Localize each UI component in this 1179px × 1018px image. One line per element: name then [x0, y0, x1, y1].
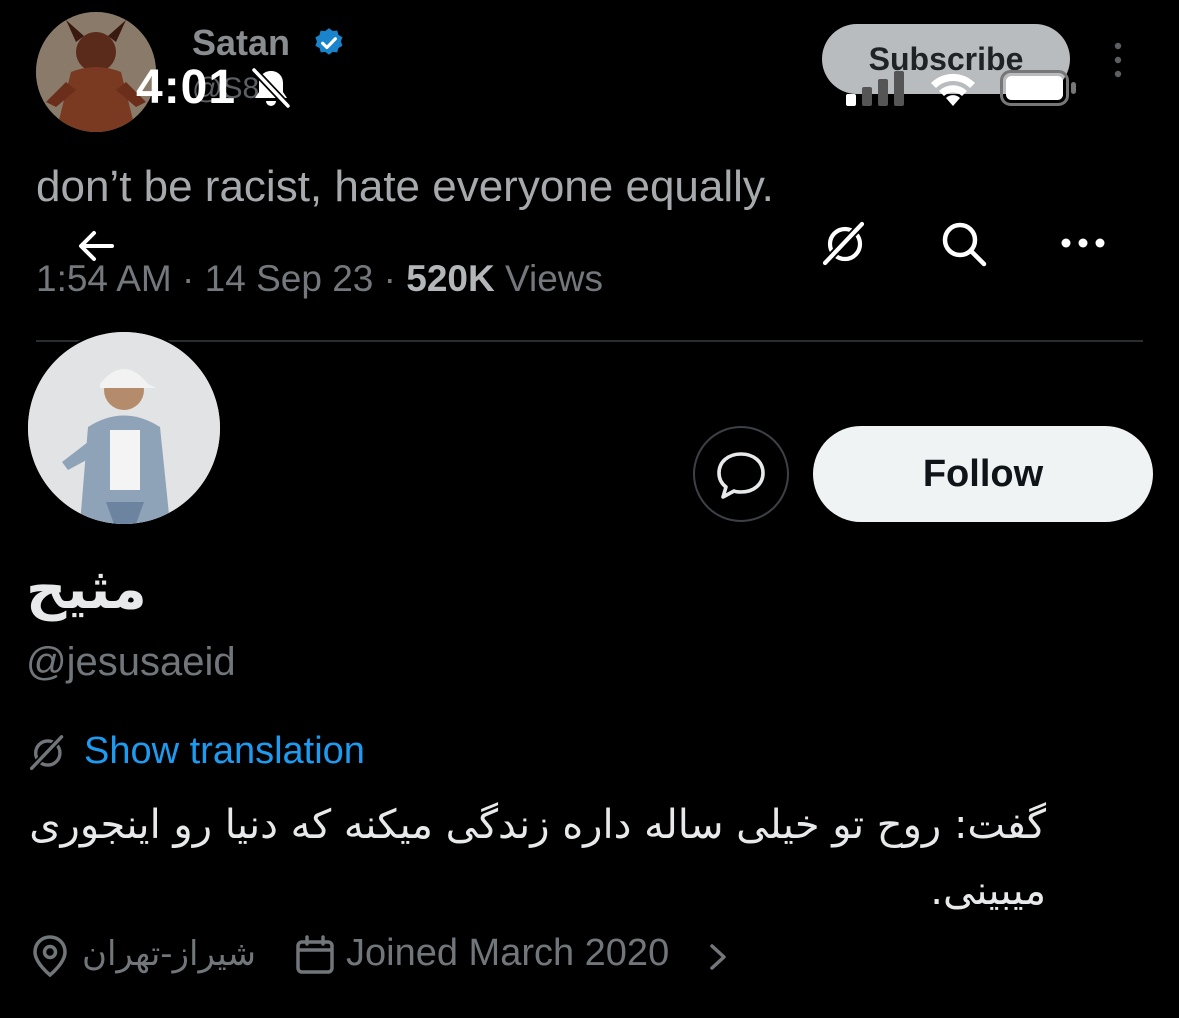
- profile-location: شیراز-تهران: [82, 934, 256, 974]
- bell-muted-icon: [251, 67, 291, 109]
- tweet-text: don’t be racist, hate everyone equally.: [36, 162, 774, 211]
- battery-icon: [1000, 70, 1076, 106]
- tweet-meta: 1:54 AM · 14 Sep 23 · 520K Views: [36, 258, 603, 300]
- tweet-kebab-icon[interactable]: [1108, 40, 1128, 80]
- translate-icon[interactable]: [818, 218, 870, 270]
- profile-bio: گفت: روح تو خیلی ساله داره زندگی میکنه ک…: [29, 802, 1046, 914]
- location-pin-icon: [33, 935, 67, 978]
- wifi-icon: [931, 73, 975, 106]
- tweet-views-label: Views: [505, 258, 604, 299]
- tweet-author-name[interactable]: Satan: [192, 22, 290, 64]
- more-icon[interactable]: [1058, 228, 1108, 258]
- tweet-views-count[interactable]: 520K: [406, 258, 494, 299]
- profile-joined-date[interactable]: Joined March 2020: [346, 932, 669, 975]
- message-bubble-icon: [717, 452, 765, 499]
- search-icon[interactable]: [938, 218, 990, 270]
- message-button[interactable]: [693, 426, 789, 522]
- cellular-signal-icon: [846, 71, 904, 106]
- background-tweet: Satan @S8 Subscribe don’t be racist, hat…: [0, 0, 1179, 345]
- status-time: 4:01: [136, 61, 237, 114]
- profile-display-name: مثیح: [26, 557, 147, 620]
- tweet-date: 14 Sep 23: [204, 258, 374, 299]
- chevron-right-icon[interactable]: [706, 940, 730, 974]
- calendar-icon: [296, 935, 334, 974]
- profile-avatar[interactable]: [26, 330, 222, 526]
- profile-meta: شیراز-تهران Joined March 2020: [26, 930, 786, 982]
- back-arrow-icon[interactable]: [72, 222, 120, 270]
- meta-separator: ·: [182, 258, 205, 299]
- profile-photo-image: [28, 332, 220, 524]
- meta-separator: ·: [383, 258, 407, 299]
- translate-icon: [28, 734, 64, 772]
- show-translation-link[interactable]: Show translation: [84, 730, 365, 773]
- divider: [36, 340, 1143, 342]
- follow-button[interactable]: Follow: [813, 426, 1153, 522]
- verified-badge-icon: [315, 28, 343, 55]
- profile-handle: @jesusaeid: [26, 640, 236, 684]
